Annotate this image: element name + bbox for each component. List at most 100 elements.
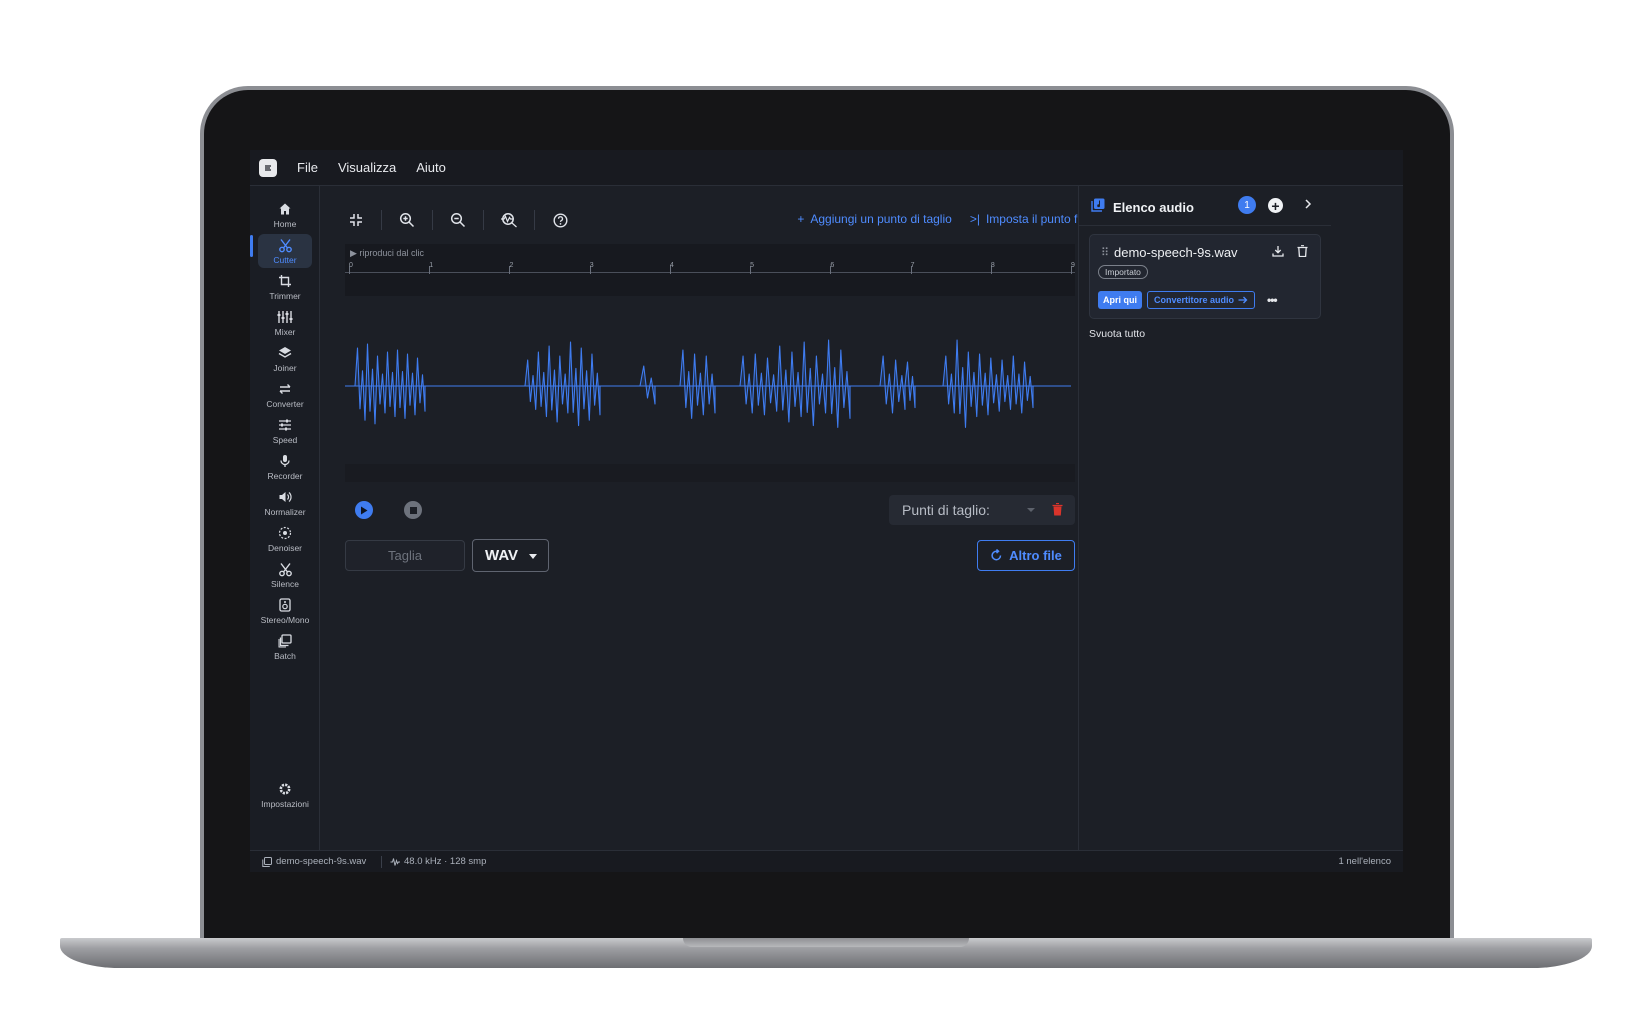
gear-icon	[278, 782, 292, 797]
sidebar-item-home[interactable]: Home	[258, 198, 312, 232]
zoom-in-button[interactable]	[390, 208, 424, 232]
laptop-notch	[683, 938, 969, 947]
layers-icon	[278, 346, 292, 361]
audio-list-panel: Elenco audio 1 + ⠿ demo-speech-9s.wav Im…	[1078, 186, 1403, 850]
ruler-tick-label: 9	[1071, 262, 1075, 269]
add-file-button[interactable]: +	[1268, 198, 1283, 213]
sidebar-item-label: Joiner	[273, 362, 297, 373]
ruler-tick-label: 4	[669, 262, 674, 269]
sidebar-item-label: Speed	[272, 434, 298, 445]
collapse-panel-button[interactable]	[1303, 196, 1313, 212]
toolbar-divider	[381, 210, 382, 230]
scissors-icon	[278, 562, 293, 577]
skip-end-icon: >|	[969, 212, 980, 226]
status-file-name: demo-speech-9s.wav	[276, 856, 367, 867]
playlist-icon	[1091, 198, 1105, 212]
waveform-footer	[345, 464, 1075, 482]
status-bar: demo-speech-9s.wav 48.0 kHz · 128 smp 1 …	[250, 850, 1403, 872]
audio-converter-button[interactable]: Convertitore audio	[1147, 291, 1256, 309]
chevron-down-icon	[529, 554, 537, 559]
sidebar-item-batch[interactable]: Batch	[258, 630, 312, 664]
ruler-tick-label: 8	[990, 262, 995, 269]
trash-icon[interactable]	[1052, 503, 1063, 516]
sidebar-item-label: Mixer	[274, 326, 296, 337]
add-cut-point-button[interactable]: + Aggiungi un punto di taglio	[797, 212, 951, 226]
download-icon[interactable]	[1272, 245, 1284, 257]
ruler-tick-label: 5	[750, 262, 755, 269]
reload-icon	[991, 549, 1002, 561]
zoom-waveform-button[interactable]	[492, 208, 526, 232]
sidebar-item-stereo-mono[interactable]: Stereo/Mono	[258, 594, 312, 628]
menu-help[interactable]: Aiuto	[416, 160, 446, 175]
status-rate-text: 48.0 kHz · 128 smp	[404, 856, 487, 867]
help-button[interactable]	[543, 208, 577, 232]
ruler-tick-label: 6	[830, 262, 835, 269]
sidebar-item-mixer[interactable]: Mixer	[258, 306, 312, 340]
play-from-click-hint: ▶ riproduci dal clic	[350, 248, 424, 258]
other-file-label: Altro file	[1009, 548, 1062, 563]
app-logo-icon	[259, 158, 277, 177]
sidebar-item-settings[interactable]: Impostazioni	[258, 778, 312, 812]
menu-file[interactable]: File	[297, 160, 318, 175]
cut-button[interactable]: Taglia	[345, 540, 465, 571]
sidebar-item-converter[interactable]: Converter	[258, 378, 312, 412]
toolbar-divider	[534, 210, 535, 230]
sidebar-item-recorder[interactable]: Recorder	[258, 450, 312, 484]
other-file-button[interactable]: Altro file	[977, 540, 1075, 571]
arrow-right-icon	[1238, 296, 1248, 304]
plus-icon: +	[797, 212, 805, 226]
menu-view[interactable]: Visualizza	[338, 160, 396, 175]
format-value: WAV	[485, 547, 519, 564]
swap-icon	[278, 382, 292, 397]
format-select[interactable]: WAV	[472, 539, 549, 572]
timeline-ruler[interactable]: ▶ riproduci dal clic 0 1 2 3 4 5 6 7 8 9	[345, 244, 1075, 296]
open-here-button[interactable]: Apri qui	[1098, 291, 1142, 309]
sidebar-item-label: Cutter	[273, 254, 297, 265]
sidebar-item-speed[interactable]: Speed	[258, 414, 312, 448]
sidebar-item-silence[interactable]: Silence	[258, 558, 312, 592]
play-button[interactable]	[355, 501, 373, 519]
more-options-button[interactable]: •••	[1267, 293, 1278, 307]
sidebar-item-trimmer[interactable]: Trimmer	[258, 270, 312, 304]
stop-button[interactable]	[404, 501, 422, 519]
chevron-down-icon	[1027, 508, 1035, 512]
add-cut-point-label: Aggiungi un punto di taglio	[810, 212, 952, 226]
app-window: File Visualizza Aiuto Home Cutter Trimme…	[250, 150, 1403, 872]
denoise-icon	[278, 526, 292, 541]
help-icon	[552, 212, 568, 228]
microphone-icon	[278, 454, 292, 469]
waveform-icon	[390, 857, 400, 866]
playlist-icon	[262, 856, 272, 867]
cut-actions: + Aggiungi un punto di taglio >| Imposta i…	[797, 212, 1096, 226]
sidebar: Home Cutter Trimmer Mixer Joiner Convert…	[250, 186, 320, 850]
ruler-tick-label: 7	[910, 262, 915, 269]
active-indicator	[250, 235, 253, 257]
clear-all-button[interactable]: Svuota tutto	[1089, 328, 1145, 340]
chevron-right-icon	[1305, 199, 1312, 209]
sidebar-item-label: Recorder	[267, 470, 303, 481]
waveform[interactable]	[345, 296, 1075, 481]
sidebar-item-denoiser[interactable]: Denoiser	[258, 522, 312, 556]
status-file: demo-speech-9s.wav	[262, 856, 366, 867]
sidebar-item-normalizer[interactable]: Normalizer	[258, 486, 312, 520]
sidebar-item-label: Batch	[274, 650, 296, 661]
audio-list-header: Elenco audio 1 +	[1079, 186, 1331, 226]
ruler-tick-label: 2	[509, 262, 514, 269]
zoom-out-button[interactable]	[441, 208, 475, 232]
zoom-in-icon	[399, 212, 415, 228]
fit-view-button[interactable]	[339, 208, 373, 232]
editor-toolbar	[339, 208, 577, 232]
play-icon	[361, 506, 368, 514]
menu-bar: File Visualizza Aiuto	[250, 150, 1403, 186]
trash-icon[interactable]	[1297, 245, 1308, 257]
audio-file-card[interactable]: ⠿ demo-speech-9s.wav Importato Apri qui …	[1089, 234, 1321, 319]
waveform-graphic	[345, 339, 1071, 428]
drag-handle-icon[interactable]: ⠿	[1101, 246, 1109, 259]
cut-points-select[interactable]: Punti di taglio:	[889, 495, 1075, 525]
audio-converter-label: Convertitore audio	[1154, 295, 1235, 305]
sidebar-item-joiner[interactable]: Joiner	[258, 342, 312, 376]
status-list-count: 1 nell'elenco	[1338, 856, 1391, 867]
home-icon	[278, 202, 292, 217]
sidebar-item-cutter[interactable]: Cutter	[258, 234, 312, 268]
audio-list-title: Elenco audio	[1113, 200, 1194, 215]
